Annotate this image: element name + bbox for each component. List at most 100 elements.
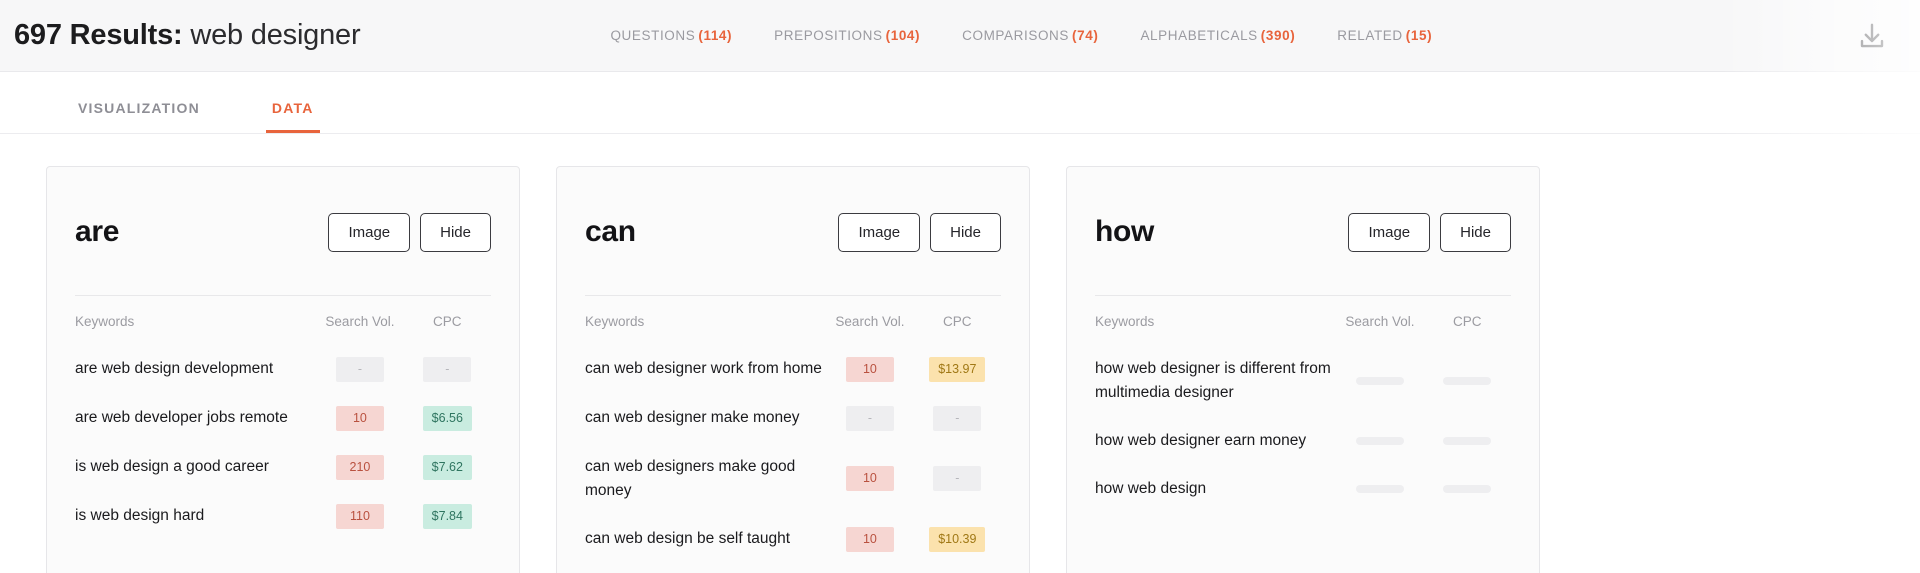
image-button[interactable]: Image — [328, 212, 411, 252]
card-actions: Image Hide — [328, 212, 491, 252]
cpc-cell: - — [914, 443, 1001, 515]
nav-item-label: ALPHABETICALS — [1140, 28, 1258, 43]
table-row[interactable]: are web design development - - — [75, 345, 491, 394]
nav-item-count: (114) — [698, 28, 733, 43]
keyword-table: Keywords Search Vol. CPC can web designe… — [585, 296, 1001, 564]
search-vol-cell: - — [316, 345, 403, 394]
keyword-table: Keywords Search Vol. CPC how web designe… — [1095, 296, 1511, 513]
search-vol-cell: 10 — [826, 515, 913, 564]
view-tabs: VISUALIZATION DATA — [0, 72, 1920, 134]
header-nav: QUESTIONS (114) PREPOSITIONS (104) COMPARI… — [610, 28, 1432, 43]
cpc-badge — [1443, 437, 1492, 446]
col-cpc: CPC — [433, 314, 462, 329]
table-row[interactable]: how web designer is different from multi… — [1095, 345, 1511, 417]
search-vol-badge — [1355, 377, 1404, 385]
tab-visualization[interactable]: VISUALIZATION — [72, 100, 206, 133]
col-keywords: Keywords — [75, 314, 135, 329]
search-vol-badge: 110 — [335, 503, 384, 529]
image-button[interactable]: Image — [838, 212, 921, 252]
col-cpc: CPC — [943, 314, 972, 329]
hide-button[interactable]: Hide — [930, 212, 1001, 252]
table-row[interactable]: is web design hard 110 $7.84 — [75, 492, 491, 541]
cpc-badge: - — [933, 405, 982, 431]
cpc-badge: $13.97 — [929, 357, 986, 382]
nav-item-related[interactable]: RELATED (15) — [1337, 28, 1432, 43]
search-vol-badge: - — [335, 357, 384, 382]
cpc-cell — [1424, 465, 1511, 513]
keyword-cell: is web design a good career — [75, 458, 269, 476]
table-row[interactable]: how web designer earn money — [1095, 417, 1511, 465]
search-vol-badge: 10 — [845, 357, 894, 382]
nav-item-label: COMPARISONS — [962, 28, 1070, 43]
tab-data[interactable]: DATA — [265, 100, 320, 133]
download-icon — [1860, 23, 1884, 47]
search-vol-cell: 110 — [316, 492, 403, 541]
keyword-card-how: how Image Hide Keywords Search Vol. CPC … — [1066, 166, 1540, 573]
keyword-cell: are web developer jobs remote — [75, 409, 288, 427]
card-title: can — [585, 215, 636, 248]
cpc-cell — [1424, 345, 1511, 417]
nav-item-questions[interactable]: QUESTIONS (114) — [610, 28, 732, 43]
search-vol-badge — [1355, 485, 1404, 494]
nav-item-prepositions[interactable]: PREPOSITIONS (104) — [774, 28, 920, 43]
table-header-row: Keywords Search Vol. CPC — [75, 296, 491, 345]
cpc-cell: - — [914, 394, 1001, 443]
nav-item-label: RELATED — [1337, 28, 1403, 43]
nav-item-count: (74) — [1072, 28, 1099, 43]
hide-button[interactable]: Hide — [420, 212, 491, 252]
search-vol-badge: - — [845, 405, 894, 431]
search-vol-badge: 10 — [845, 466, 894, 492]
card-actions: Image Hide — [838, 212, 1001, 252]
search-vol-cell: 210 — [316, 443, 403, 492]
table-row[interactable]: is web design a good career 210 $7.62 — [75, 443, 491, 492]
cpc-badge — [1443, 377, 1492, 385]
col-keywords: Keywords — [1095, 314, 1155, 329]
table-row[interactable]: can web designer work from home 10 $13.9… — [585, 345, 1001, 394]
nav-item-comparisons[interactable]: COMPARISONS (74) — [962, 28, 1098, 43]
app-header: 697 Results: web designer QUESTIONS (114)… — [0, 0, 1920, 72]
table-row[interactable]: can web designers make good money 10 - — [585, 443, 1001, 515]
search-vol-cell: 10 — [826, 443, 913, 515]
keyword-cell: how web designer is different from multi… — [1095, 360, 1331, 402]
nav-item-count: (390) — [1260, 28, 1296, 43]
search-vol-cell — [1336, 465, 1423, 513]
keyword-cell: can web designers make good money — [585, 457, 796, 499]
table-row[interactable]: are web developer jobs remote 10 $6.56 — [75, 394, 491, 443]
table-row[interactable]: can web design be self taught 10 $10.39 — [585, 515, 1001, 564]
card-header: are Image Hide — [75, 195, 491, 269]
hide-button[interactable]: Hide — [1440, 212, 1511, 252]
cpc-cell: $13.97 — [914, 345, 1001, 394]
cpc-badge: - — [423, 357, 472, 382]
table-header-row: Keywords Search Vol. CPC — [1095, 296, 1511, 345]
cpc-badge: $10.39 — [929, 526, 986, 552]
keyword-cell: can web design be self taught — [585, 530, 791, 548]
col-search-vol: Search Vol. — [325, 314, 395, 329]
col-keywords: Keywords — [585, 314, 645, 329]
col-search-vol: Search Vol. — [835, 314, 905, 329]
search-vol-badge: 10 — [335, 405, 384, 431]
card-title: are — [75, 215, 120, 248]
nav-item-count: (104) — [885, 28, 921, 43]
col-cpc: CPC — [1453, 314, 1482, 329]
keyword-cell: can web designer make money — [585, 409, 800, 427]
search-term: web designer — [190, 19, 361, 51]
search-vol-cell: 10 — [826, 345, 913, 394]
keyword-card-can: can Image Hide Keywords Search Vol. CPC … — [556, 166, 1030, 573]
keyword-cell: how web design — [1095, 480, 1207, 498]
cpc-badge: $6.56 — [422, 405, 472, 431]
keyword-cell: can web designer work from home — [585, 360, 822, 378]
cpc-badge: $7.62 — [422, 454, 472, 480]
cpc-cell: $6.56 — [404, 394, 491, 443]
image-button[interactable]: Image — [1348, 212, 1431, 252]
card-title: how — [1095, 215, 1155, 248]
table-row[interactable]: how web design — [1095, 465, 1511, 513]
keyword-cell: are web design development — [75, 360, 274, 378]
col-search-vol: Search Vol. — [1345, 314, 1415, 329]
download-button[interactable] — [1852, 16, 1892, 56]
search-vol-badge: 210 — [335, 454, 384, 480]
table-header-row: Keywords Search Vol. CPC — [585, 296, 1001, 345]
table-row[interactable]: can web designer make money - - — [585, 394, 1001, 443]
keyword-card-are: are Image Hide Keywords Search Vol. CPC … — [46, 166, 520, 573]
search-vol-badge — [1355, 437, 1404, 446]
nav-item-alphabeticals[interactable]: ALPHABETICALS (390) — [1140, 28, 1295, 43]
